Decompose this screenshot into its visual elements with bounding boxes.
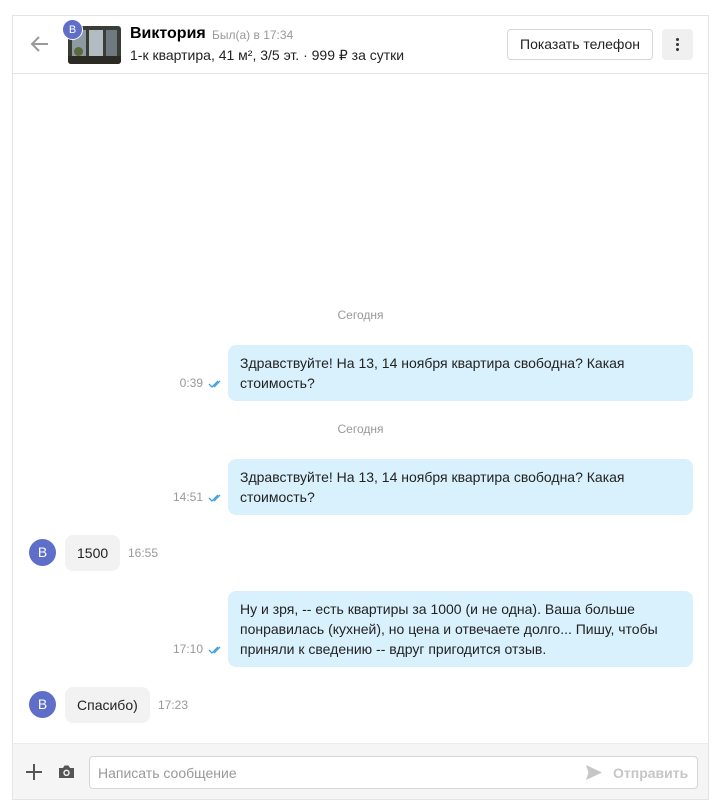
message-time: 17:10 — [172, 642, 203, 656]
double-check-icon — [208, 380, 221, 388]
message-time: 16:55 — [128, 546, 159, 560]
camera-icon[interactable] — [58, 764, 75, 779]
date-separator: Сегодня — [337, 422, 384, 436]
listing-summary[interactable]: 1-к квартира, 41 м², 3/5 эт. · 999 ₽ за … — [130, 47, 404, 64]
send-button-label: Отправить — [613, 765, 689, 781]
show-phone-button[interactable]: Показать телефон — [507, 29, 653, 60]
double-check-icon — [208, 494, 221, 502]
message-time: 0:39 — [179, 376, 203, 390]
last-seen-status: Был(а) в 17:34 — [212, 28, 294, 42]
sender-avatar[interactable]: В — [29, 539, 56, 566]
plus-icon[interactable] — [25, 763, 43, 781]
arrow-left-icon[interactable] — [29, 33, 51, 55]
incoming-message: Спасибо) — [65, 687, 150, 723]
outgoing-message: Здравствуйте! На 13, 14 ноября квартира … — [228, 345, 693, 401]
chat-window: В Виктория Был(а) в 17:34 1-к квартира, … — [12, 15, 709, 800]
chat-header: В Виктория Был(а) в 17:34 1-к квартира, … — [13, 16, 708, 74]
message-input[interactable] — [98, 757, 568, 788]
outgoing-message: Здравствуйте! На 13, 14 ноября квартира … — [228, 459, 693, 515]
incoming-message: 1500 — [65, 535, 121, 571]
message-time: 14:51 — [172, 490, 203, 504]
sender-avatar[interactable]: В — [29, 691, 56, 718]
send-icon — [586, 765, 602, 780]
date-separator: Сегодня — [337, 308, 384, 322]
double-check-icon — [208, 646, 221, 654]
contact-name[interactable]: Виктория — [130, 25, 206, 43]
contact-avatar: В — [62, 19, 83, 40]
outgoing-message: Ну и зря, -- есть квартиры за 1000 (и не… — [228, 591, 693, 667]
message-time: 17:23 — [158, 698, 189, 712]
message-composer: Отправить — [13, 743, 708, 799]
more-vertical-icon[interactable] — [662, 29, 693, 60]
message-input-box: Отправить — [89, 756, 698, 789]
